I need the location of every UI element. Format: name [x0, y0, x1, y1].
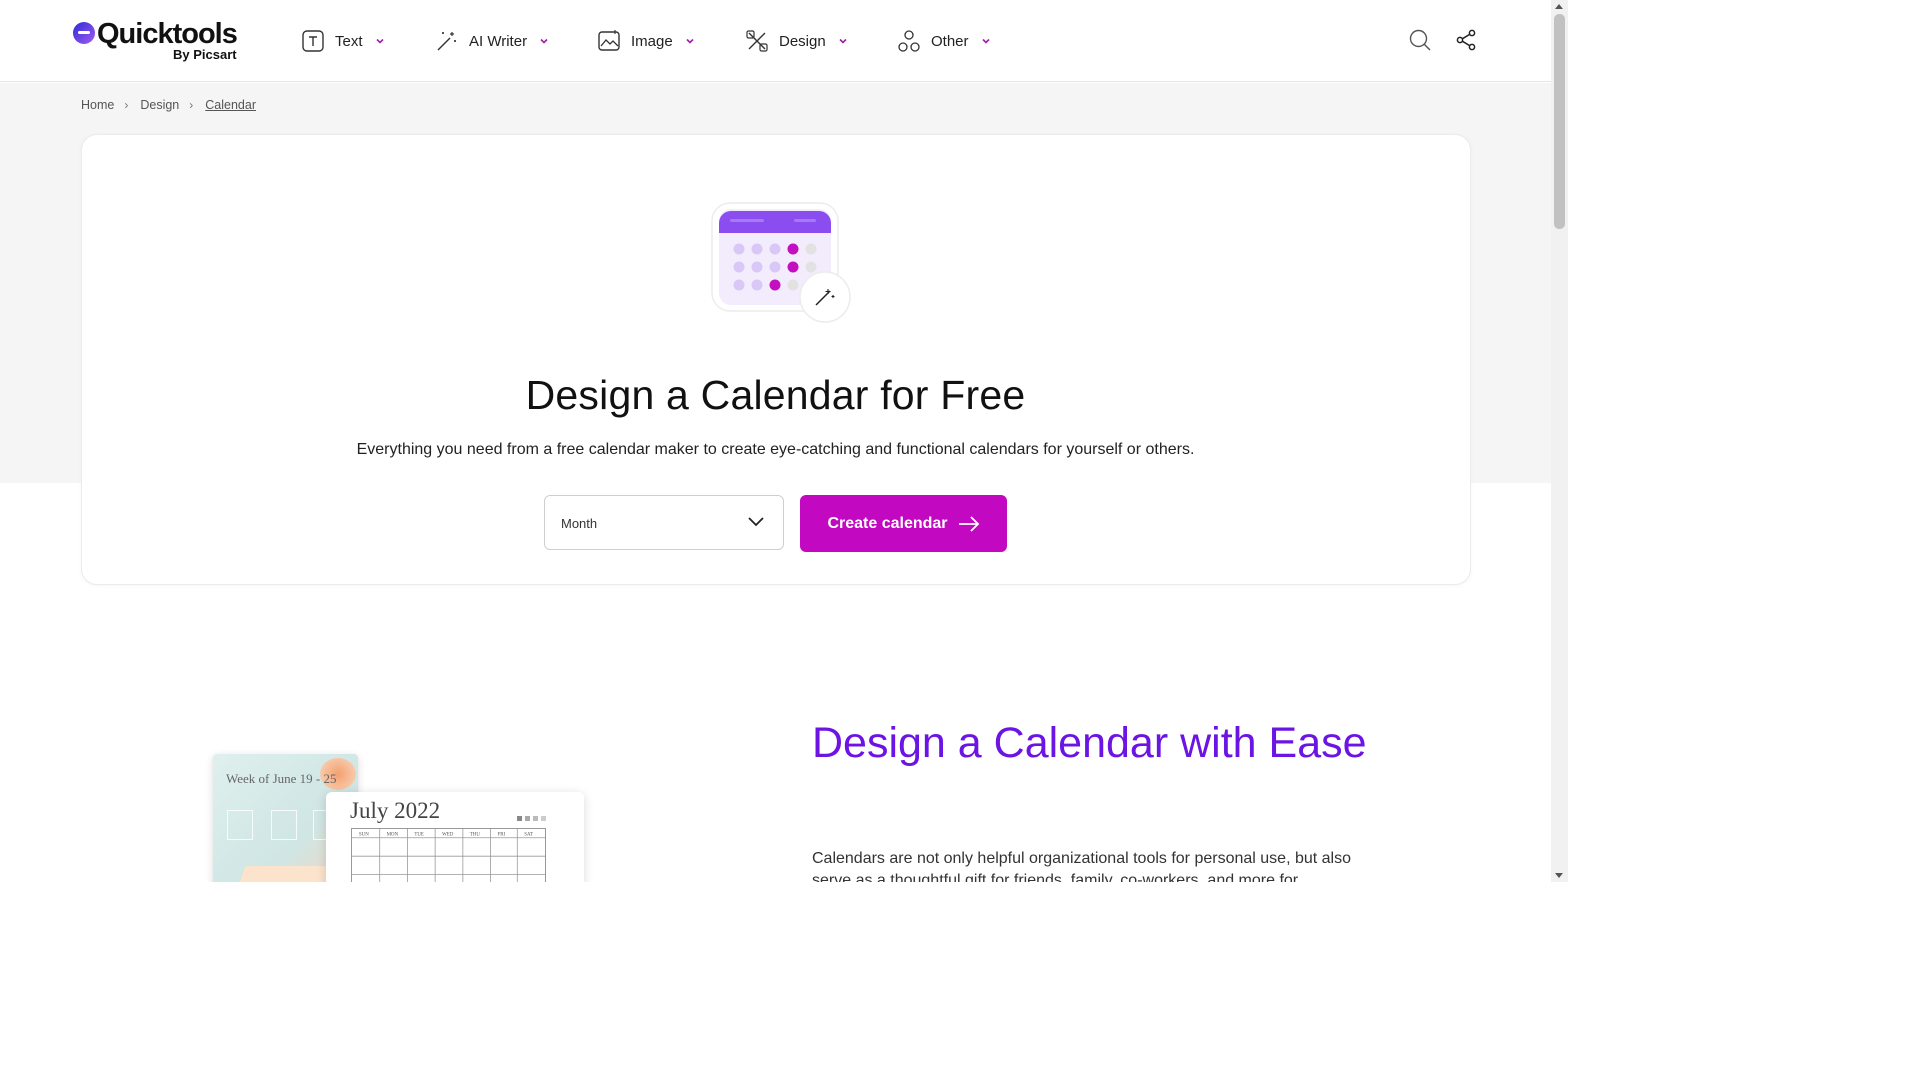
shapes-icon — [898, 30, 920, 52]
image-icon — [598, 30, 620, 51]
design-tools-icon — [746, 30, 768, 52]
preview-dot — [525, 816, 530, 821]
weekday-label: TUE — [414, 832, 424, 837]
chevron-down-icon — [540, 38, 548, 44]
scroll-down-icon[interactable] — [1555, 873, 1563, 878]
nav-design-label: Design — [779, 32, 826, 50]
weekday-label: SUN — [359, 832, 369, 837]
nav-ai-writer-menu[interactable]: AI Writer — [435, 28, 549, 54]
page-subtitle: Everything you need from a free calendar… — [356, 441, 1195, 458]
calendar-illustration-icon — [711, 202, 851, 323]
page: Quicktools By Picsart Text AI Writer Ima… — [0, 0, 1568, 882]
create-calendar-label: Create calendar — [827, 514, 948, 532]
weekday-label: SAT — [524, 832, 533, 837]
scrollbar-thumb[interactable] — [1554, 14, 1565, 229]
chevron-right-icon: › — [189, 98, 194, 112]
scroll-up-icon[interactable] — [1555, 4, 1563, 9]
nav-ai-writer-label: AI Writer — [469, 32, 528, 50]
monthly-calendar-preview: July 2022 SUN MON TUE WED THU FRI SAT — [326, 792, 584, 882]
breadcrumb-home[interactable]: Home — [81, 98, 114, 112]
nav-text-menu[interactable]: Text — [301, 28, 385, 54]
nav-text-label: Text — [335, 32, 363, 50]
nav-other-label: Other — [931, 32, 969, 50]
chevron-down-icon — [839, 38, 847, 44]
preview-dot — [533, 816, 538, 821]
breadcrumb-design[interactable]: Design — [140, 98, 179, 112]
chevron-down-icon — [748, 517, 764, 527]
select-value: Month — [561, 516, 598, 531]
preview-day-box — [271, 810, 297, 840]
logo-mark-icon — [73, 22, 95, 44]
breadcrumb: Home › Design › Calendar — [81, 98, 256, 112]
nav-image-label: Image — [631, 32, 673, 50]
magic-wand-icon — [437, 32, 456, 51]
chevron-down-icon — [981, 38, 990, 44]
logo-byline: By Picsart — [173, 47, 237, 62]
weekly-preview-title: Week of June 19 - 25 — [226, 771, 337, 786]
text-box-icon — [302, 30, 324, 52]
monthly-preview-title: July 2022 — [350, 798, 441, 823]
nav-design-menu[interactable]: Design — [745, 28, 848, 54]
chevron-right-icon: › — [124, 98, 129, 112]
section-paragraph: Calendars are not only helpful organizat… — [812, 850, 1351, 882]
calendar-type-select[interactable]: Month — [544, 495, 784, 550]
chevron-down-icon — [686, 38, 694, 44]
share-icon[interactable] — [1454, 28, 1478, 52]
weekday-label: FRI — [497, 832, 505, 837]
preview-dot — [517, 816, 522, 821]
section-heading: Design a Calendar with Ease — [812, 719, 1367, 767]
nav-other-menu[interactable]: Other — [897, 28, 991, 54]
weekday-label: WED — [442, 832, 454, 837]
page-title: Design a Calendar for Free — [525, 372, 1026, 418]
weekday-label: MON — [387, 832, 399, 837]
arrow-right-icon — [958, 515, 979, 532]
preview-day-box — [227, 810, 253, 840]
preview-dot — [541, 816, 546, 821]
create-calendar-button[interactable]: Create calendar — [800, 495, 1007, 552]
chevron-down-icon — [375, 38, 384, 44]
nav-image-menu[interactable]: Image — [597, 28, 695, 54]
breadcrumb-calendar[interactable]: Calendar — [205, 98, 256, 112]
page-scrollbar[interactable] — [1551, 0, 1568, 882]
quicktools-logo[interactable]: Quicktools By Picsart — [73, 18, 243, 66]
month-grid: SUN MON TUE WED THU FRI SAT — [351, 828, 546, 882]
weekday-label: THU — [470, 832, 481, 837]
search-icon[interactable] — [1408, 28, 1432, 52]
top-navigation-bar: Quicktools By Picsart Text AI Writer Ima… — [0, 0, 1551, 82]
